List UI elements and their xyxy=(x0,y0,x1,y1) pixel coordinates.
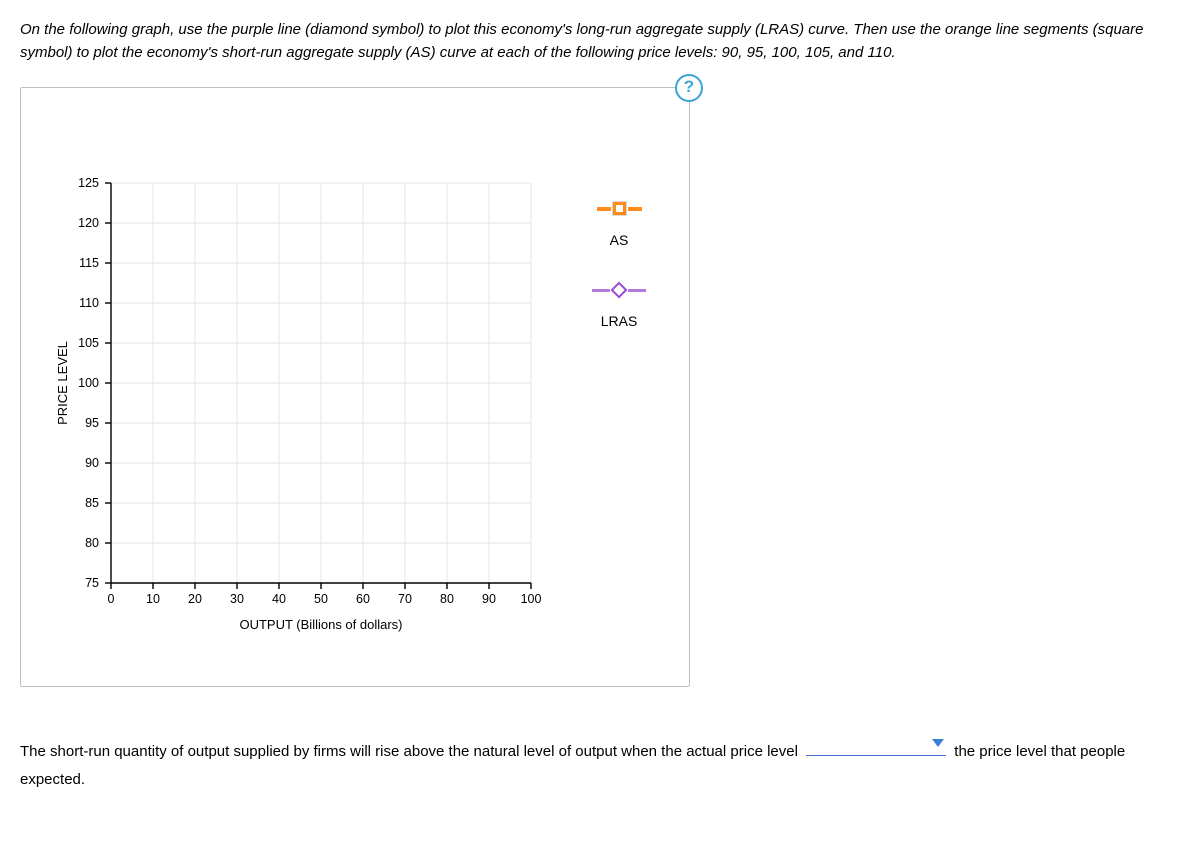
chevron-down-icon xyxy=(932,739,944,747)
svg-text:110: 110 xyxy=(79,296,99,310)
svg-text:50: 50 xyxy=(314,592,328,606)
svg-text:100: 100 xyxy=(521,592,542,606)
svg-text:125: 125 xyxy=(78,176,99,190)
chart-area[interactable]: 0 10 20 30 40 50 60 70 80 90 100 75 80 85 90 95 100 105 11… xyxy=(51,173,551,643)
instructions-text: On the following graph, use the purple l… xyxy=(20,18,1180,65)
graph-panel: ? 01020304050607080901007580859095100105… xyxy=(20,87,690,687)
legend-as-label: AS xyxy=(579,230,659,252)
svg-text:105: 105 xyxy=(78,336,99,350)
svg-text:95: 95 xyxy=(85,416,99,430)
answer-dropdown[interactable] xyxy=(806,735,946,756)
svg-text:PRICE LEVEL: PRICE LEVEL xyxy=(55,341,70,425)
svg-text:OUTPUT (Billions of dollars): OUTPUT (Billions of dollars) xyxy=(239,617,402,632)
svg-text:100: 100 xyxy=(78,376,99,390)
svg-text:40: 40 xyxy=(272,592,286,606)
diamond-icon xyxy=(579,279,659,301)
svg-text:120: 120 xyxy=(78,216,99,230)
chart-svg[interactable]: 0 10 20 30 40 50 60 70 80 90 100 75 80 85 90 95 100 105 11… xyxy=(51,173,551,643)
legend: AS LRAS xyxy=(579,198,659,361)
svg-text:80: 80 xyxy=(85,536,99,550)
svg-text:75: 75 xyxy=(85,576,99,590)
svg-text:20: 20 xyxy=(188,592,202,606)
svg-text:30: 30 xyxy=(230,592,244,606)
legend-lras[interactable]: LRAS xyxy=(579,279,659,333)
help-icon[interactable]: ? xyxy=(675,74,703,102)
svg-text:60: 60 xyxy=(356,592,370,606)
svg-text:0: 0 xyxy=(108,592,115,606)
legend-lras-label: LRAS xyxy=(579,311,659,333)
svg-text:115: 115 xyxy=(79,256,99,270)
answer-part1: The short-run quantity of output supplie… xyxy=(20,743,798,760)
square-icon xyxy=(579,198,659,220)
svg-text:85: 85 xyxy=(85,496,99,510)
svg-text:10: 10 xyxy=(146,592,160,606)
svg-text:80: 80 xyxy=(440,592,454,606)
svg-text:70: 70 xyxy=(398,592,412,606)
legend-as[interactable]: AS xyxy=(579,198,659,252)
answer-sentence: The short-run quantity of output supplie… xyxy=(20,735,1180,795)
svg-text:90: 90 xyxy=(482,592,496,606)
svg-text:90: 90 xyxy=(85,456,99,470)
